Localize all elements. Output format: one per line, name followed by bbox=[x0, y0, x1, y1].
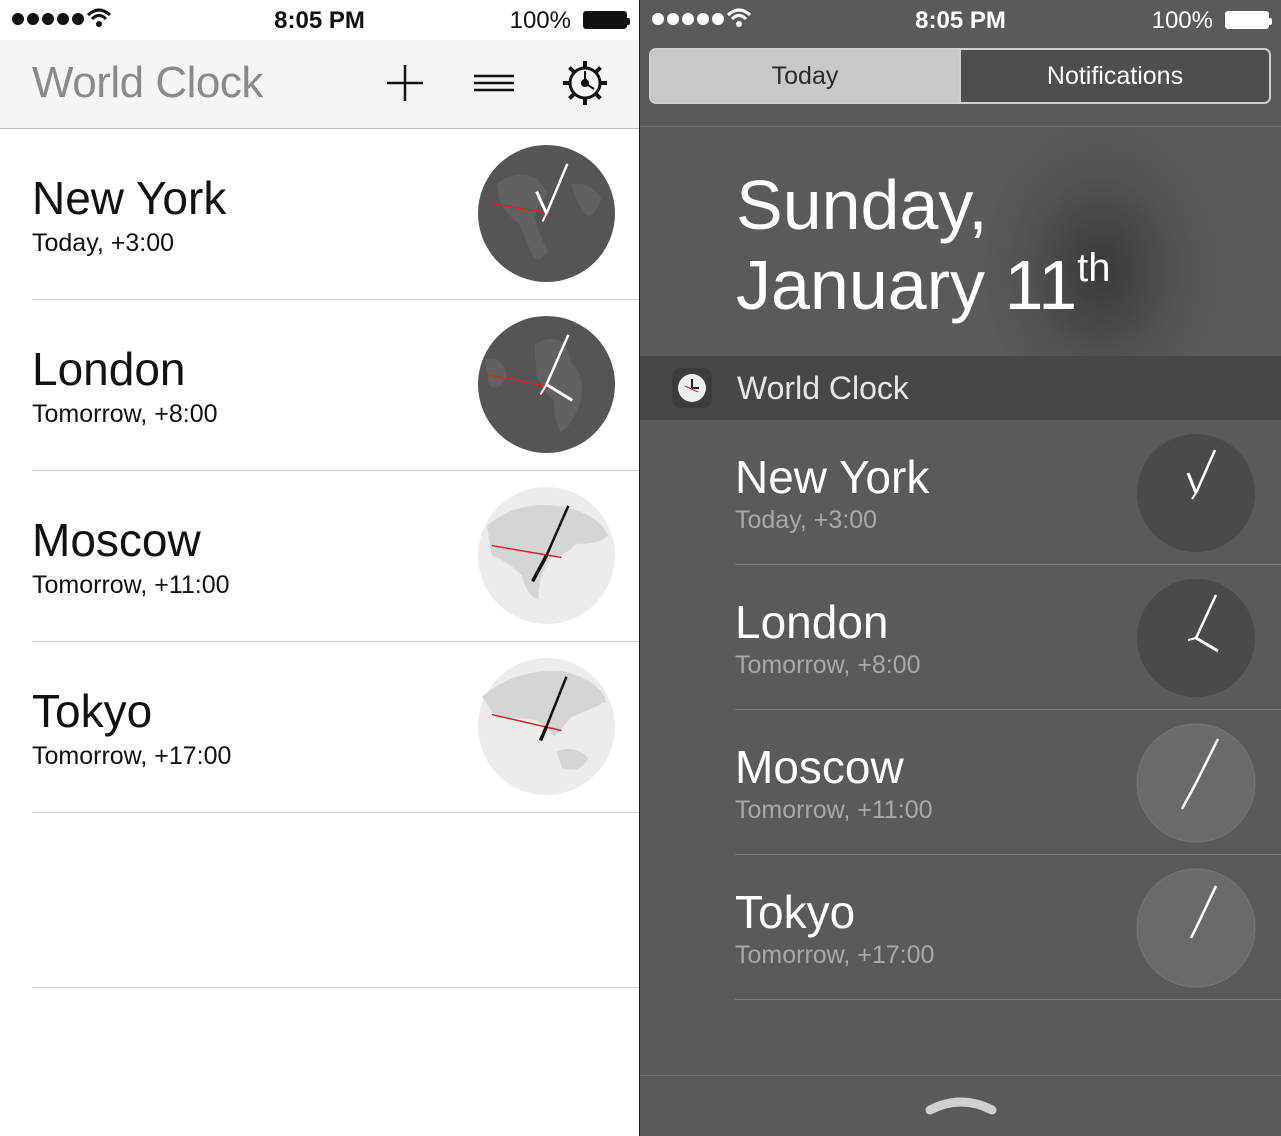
city-name: New York bbox=[735, 451, 930, 503]
city-name: Tokyo bbox=[32, 685, 153, 737]
world-clock-app-icon bbox=[672, 368, 712, 408]
globe-clock-icon bbox=[477, 315, 616, 454]
city-row-new-york[interactable]: New York Today, +3:00 bbox=[0, 129, 639, 300]
settings-button[interactable] bbox=[561, 59, 609, 107]
city-offset: Tomorrow, +8:00 bbox=[32, 400, 218, 428]
segmented-control: Today Notifications bbox=[649, 48, 1271, 104]
status-bar: 8:05 PM 100% bbox=[0, 0, 639, 40]
city-list: New York Today, +3:00 London Tomorrow, +… bbox=[0, 129, 639, 813]
row-divider bbox=[735, 999, 1281, 1000]
city-offset: Tomorrow, +11:00 bbox=[735, 796, 933, 824]
city-offset: Tomorrow, +11:00 bbox=[32, 571, 230, 599]
tab-notifications[interactable]: Notifications bbox=[959, 50, 1269, 102]
city-name: Moscow bbox=[735, 741, 904, 793]
chevron-up-icon[interactable] bbox=[924, 1090, 998, 1116]
widget-header[interactable]: World Clock bbox=[640, 356, 1281, 420]
clock-face-icon bbox=[1137, 579, 1255, 697]
city-offset: Tomorrow, +8:00 bbox=[735, 651, 921, 679]
world-clock-app-screen: 8:05 PM 100% World Clock New York Today,… bbox=[0, 0, 640, 1136]
city-row-moscow[interactable]: Moscow Tomorrow, +11:00 bbox=[0, 471, 639, 642]
status-bar: 8:05 PM 100% bbox=[640, 0, 1281, 40]
today-date: Sunday, January 11th bbox=[736, 165, 1111, 325]
city-offset: Tomorrow, +17:00 bbox=[32, 742, 232, 770]
hamburger-icon bbox=[474, 74, 514, 92]
battery-percentage: 100% bbox=[1151, 7, 1213, 34]
city-name: Moscow bbox=[32, 514, 201, 566]
notification-center-screen: 8:05 PM 100% Today Notifications Sunday,… bbox=[640, 0, 1281, 1136]
gear-icon bbox=[563, 61, 607, 105]
city-name: London bbox=[735, 596, 889, 648]
globe-clock-icon bbox=[477, 486, 616, 625]
globe-clock-icon bbox=[477, 144, 616, 283]
date-day-line: January 11th bbox=[736, 245, 1111, 325]
battery-icon bbox=[583, 11, 630, 29]
clock-face-icon bbox=[1136, 723, 1256, 843]
empty-row-divider bbox=[32, 987, 639, 988]
city-offset: Today, +3:00 bbox=[735, 506, 878, 534]
date-weekday: Sunday, bbox=[736, 166, 988, 244]
city-name: London bbox=[32, 343, 186, 395]
plus-icon bbox=[387, 65, 423, 101]
widget-row-london[interactable]: London Tomorrow, +8:00 bbox=[640, 565, 1281, 710]
row-divider bbox=[32, 812, 639, 813]
city-row-tokyo[interactable]: Tokyo Tomorrow, +17:00 bbox=[0, 642, 639, 813]
clock-face-icon bbox=[1137, 434, 1255, 552]
city-name: New York bbox=[32, 172, 227, 224]
date-month-day: January 11 bbox=[736, 246, 1078, 324]
widget-title: World Clock bbox=[737, 370, 909, 406]
widget-row-new-york[interactable]: New York Today, +3:00 bbox=[640, 420, 1281, 565]
city-offset: Tomorrow, +17:00 bbox=[735, 941, 935, 969]
menu-button[interactable] bbox=[470, 59, 518, 107]
clock-icon bbox=[678, 374, 706, 402]
battery-percentage: 100% bbox=[509, 7, 571, 34]
widget-row-moscow[interactable]: Moscow Tomorrow, +11:00 bbox=[640, 710, 1281, 855]
tab-today[interactable]: Today bbox=[651, 50, 959, 102]
city-name: Tokyo bbox=[735, 886, 856, 938]
widget-city-list: New York Today, +3:00 London Tomorrow, +… bbox=[640, 420, 1281, 1000]
city-offset: Today, +3:00 bbox=[32, 229, 175, 257]
battery-icon bbox=[1225, 11, 1272, 29]
date-ordinal-suffix: th bbox=[1077, 245, 1111, 290]
globe-clock-icon bbox=[477, 657, 616, 796]
city-row-london[interactable]: London Tomorrow, +8:00 bbox=[0, 300, 639, 471]
widget-row-tokyo[interactable]: Tokyo Tomorrow, +17:00 bbox=[640, 855, 1281, 1000]
bottom-divider bbox=[640, 1075, 1281, 1076]
header-divider bbox=[640, 126, 1281, 127]
add-city-button[interactable] bbox=[381, 59, 429, 107]
clock-face-icon bbox=[1136, 868, 1256, 988]
navigation-bar: World Clock bbox=[0, 40, 639, 129]
app-title: World Clock bbox=[32, 58, 263, 107]
